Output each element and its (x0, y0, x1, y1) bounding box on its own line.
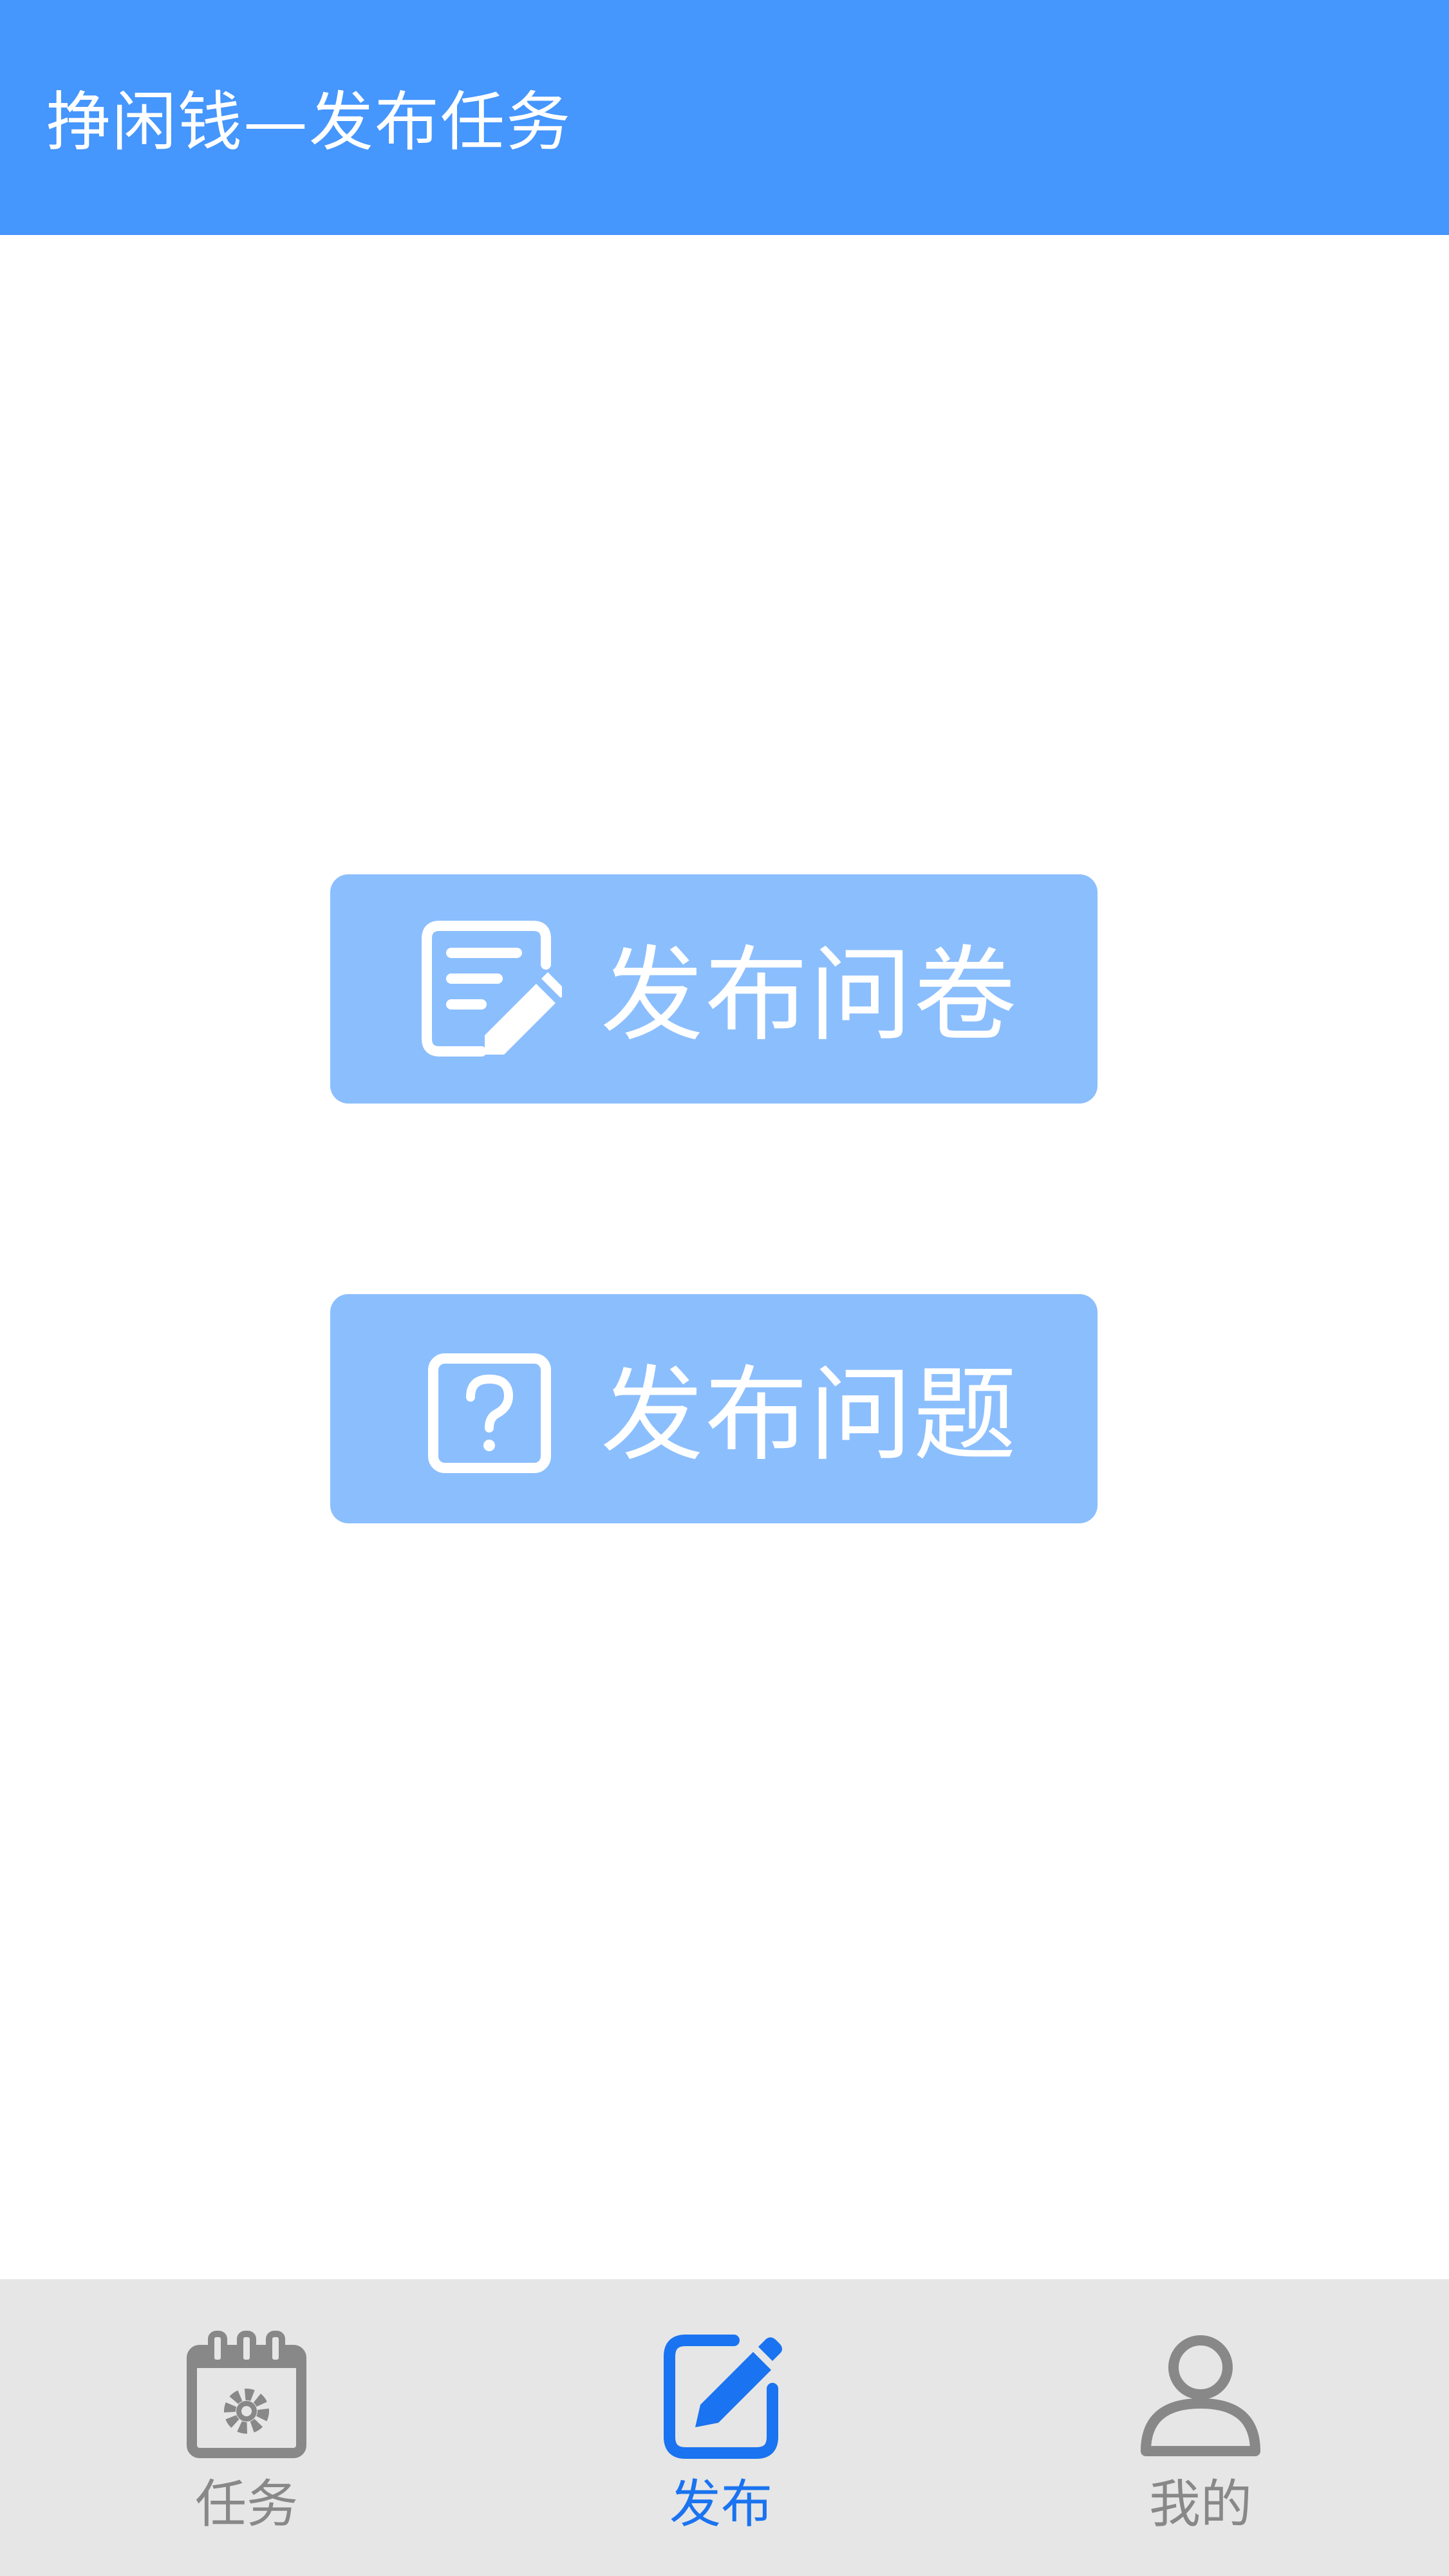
page-title: 挣闲钱—发布任务 (46, 84, 572, 160)
tab-publish[interactable]: 发布 (592, 2279, 850, 2576)
user-icon (1141, 2335, 1260, 2456)
publish-survey-label: 发布问卷 (601, 935, 1018, 1055)
question-box-icon (428, 1353, 551, 1473)
tab-mine-label: 我的 (1149, 2474, 1252, 2534)
tab-publish-label: 发布 (669, 2474, 772, 2534)
tab-tasks[interactable]: 任务 (118, 2279, 375, 2576)
publish-survey-button[interactable]: 发布问卷 (330, 874, 1098, 1104)
publish-question-label: 发布问题 (601, 1355, 1018, 1475)
publish-question-button[interactable]: 发布问题 (330, 1294, 1098, 1523)
bottom-tab-bar: 任务 发布 我的 (0, 2279, 1449, 2576)
tab-mine[interactable]: 我的 (1072, 2279, 1329, 2576)
calendar-gear-icon (187, 2331, 306, 2458)
tab-tasks-label: 任务 (195, 2474, 298, 2534)
edit-document-icon (422, 921, 562, 1057)
edit-pencil-icon (664, 2335, 782, 2459)
top-bar: 挣闲钱—发布任务 (0, 0, 1449, 235)
app-screen: 挣闲钱—发布任务 发布问卷 发布问题 任务 发布 我的 (0, 0, 1449, 2576)
